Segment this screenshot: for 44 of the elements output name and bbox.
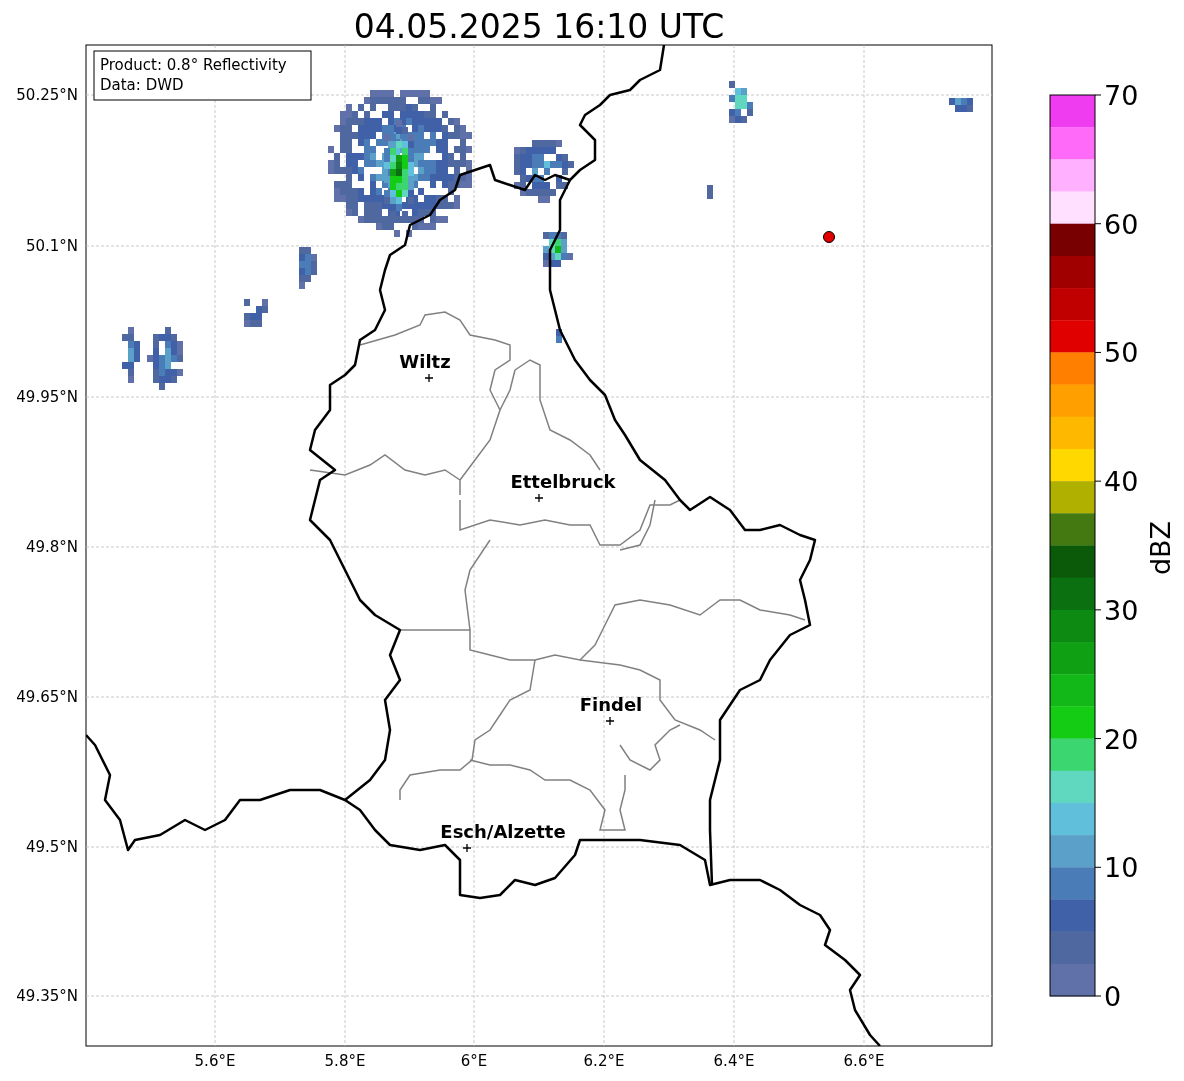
location-marker	[823, 231, 835, 243]
axis-tick-label: 49.8°N	[25, 538, 78, 556]
axis-tick-label: 5.8°E	[324, 1052, 366, 1070]
colorbar-tick-label: 0	[1104, 981, 1122, 1012]
axis-tick-label: 6.6°E	[843, 1052, 885, 1070]
colorbar-tick-label: 20	[1104, 723, 1139, 755]
axis-tick-label: 49.35°N	[16, 987, 78, 1005]
axis-tick-label: 50.25°N	[16, 86, 78, 104]
legend-text: Product: 0.8° Reflectivity	[100, 56, 287, 74]
axis-tick-label: 5.6°E	[194, 1052, 236, 1070]
radar-echo	[147, 327, 183, 390]
axis-tick-label: 50.1°N	[25, 237, 78, 255]
legend-text: Data: DWD	[100, 76, 184, 94]
radar-echo	[299, 247, 317, 289]
colorbar-tick-label: 50	[1104, 337, 1139, 369]
radar-echo	[244, 299, 268, 327]
radar-echo	[729, 81, 753, 123]
radar-echo	[556, 329, 562, 343]
city-label: Findel	[579, 694, 643, 715]
axis-tick-label: 6°E	[460, 1052, 488, 1070]
city-marker-icon	[534, 493, 544, 503]
city-label: Wiltz	[399, 351, 451, 372]
axis-tick-label: 49.5°N	[25, 838, 78, 856]
radar-echo	[707, 185, 713, 199]
radar-echo	[543, 232, 573, 267]
plot-title: 04.05.2025 16:10 UTC	[353, 7, 725, 46]
axis-tick-label: 49.65°N	[16, 688, 78, 706]
axis-tick-label: 6.2°E	[583, 1052, 625, 1070]
colorbar-tick-label: 40	[1104, 466, 1139, 498]
colorbar-tick-label: 30	[1104, 594, 1139, 626]
axis-tick-label: 49.95°N	[16, 388, 78, 406]
colorbar-label: dBZ	[1145, 520, 1176, 576]
city-marker-icon	[424, 373, 434, 383]
axis-tick-label: 6.4°E	[713, 1052, 755, 1070]
city-marker-icon	[605, 716, 615, 726]
colorbar-tick-label: 60	[1104, 208, 1139, 240]
radar-echo	[514, 140, 574, 203]
colorbar-tick-label: 10	[1104, 852, 1139, 884]
radar-echo	[122, 327, 140, 383]
city-marker-icon	[462, 843, 472, 853]
city-label: Esch/Alzette	[440, 821, 566, 842]
radar-echo	[949, 98, 973, 112]
city-label: Ettelbruck	[510, 471, 616, 492]
colorbar-tick-label: 70	[1104, 80, 1139, 111]
